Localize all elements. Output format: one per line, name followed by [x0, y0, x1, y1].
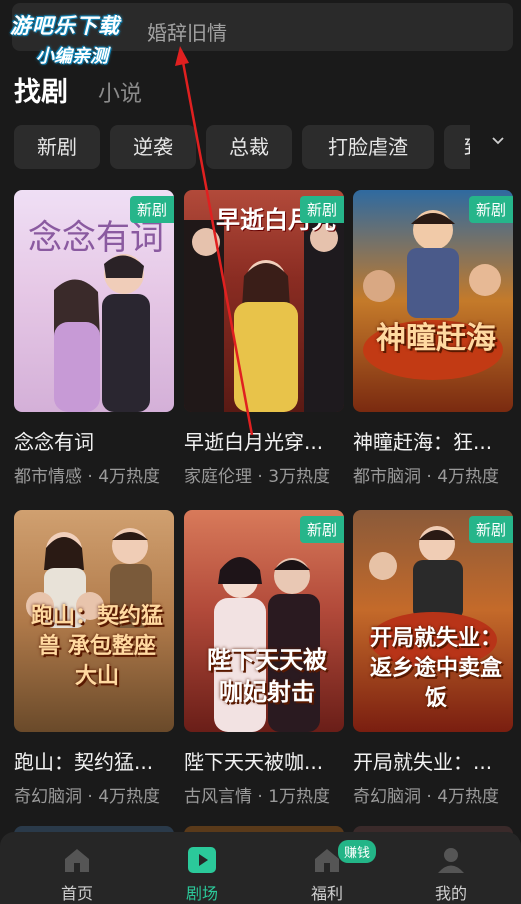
- poster-title: 跑山：契约猛兽 承包整座大山: [30, 604, 163, 689]
- chevron-down-icon[interactable]: [492, 135, 504, 147]
- poster-art: [363, 210, 503, 380]
- drama-meta: 奇幻脑洞 · 4万热度: [14, 787, 161, 807]
- drama-poster[interactable]: 念念有词 新剧: [14, 190, 174, 412]
- drama-title: 跑山：契约猛...: [14, 750, 154, 774]
- drama-title: 陛下天天被咖...: [184, 750, 324, 774]
- nav-label-welfare: 福利: [310, 884, 343, 903]
- nav-label-theater: 剧场: [185, 884, 218, 903]
- tab-novel[interactable]: 小说: [98, 76, 142, 108]
- drama-poster[interactable]: 跑山：契约猛兽 承包整座大山: [14, 510, 174, 732]
- new-badge: 新剧: [468, 196, 513, 223]
- nav-home[interactable]: 首页: [12, 832, 142, 904]
- drama-poster[interactable]: 神瞳赶海 新剧: [353, 190, 513, 412]
- new-badge: 新剧: [468, 516, 513, 543]
- new-badge: 新剧: [299, 196, 344, 223]
- nav-label-home: 首页: [60, 884, 93, 903]
- earn-badge: 赚钱: [338, 840, 377, 863]
- chip-new[interactable]: 新剧: [14, 125, 100, 169]
- new-badge: 新剧: [129, 196, 174, 223]
- drama-title: 神瞳赶海：狂...: [353, 430, 493, 454]
- drama-meta: 古风言情 · 1万热度: [184, 787, 331, 807]
- watermark-line2: 小编亲测: [36, 46, 108, 67]
- drama-meta: 都市脑洞 · 4万热度: [353, 467, 500, 487]
- play-icon: [188, 847, 216, 873]
- drama-poster[interactable]: 陛下天天被 咖妃射击 新剧: [184, 510, 344, 732]
- drama-title: 早逝白月光穿...: [184, 430, 324, 454]
- new-badge: 新剧: [299, 516, 344, 543]
- poster-title: 陛下天天被 咖妃射击: [207, 646, 327, 706]
- bottom-nav: 首页 剧场 福利 我的: [0, 832, 521, 904]
- poster-title: 开局就失业： 返乡途中卖盒饭: [369, 626, 502, 711]
- tab-find-drama[interactable]: 找剧: [14, 70, 68, 109]
- drama-poster[interactable]: 早逝白月光 新剧: [184, 190, 344, 412]
- user-icon: [438, 848, 464, 873]
- watermark-line1: 游吧乐下载: [10, 14, 120, 38]
- drama-title: 开局就失业：...: [353, 750, 493, 774]
- drama-meta: 都市情感 · 4万热度: [14, 467, 161, 487]
- poster-title: 神瞳赶海: [376, 321, 496, 356]
- nav-theater[interactable]: 剧场: [137, 832, 267, 904]
- home-icon: [65, 849, 89, 872]
- chips-expand-area[interactable]: [470, 125, 521, 169]
- chip-ceo[interactable]: 总裁: [206, 125, 292, 169]
- drama-poster[interactable]: 开局就失业： 返乡途中卖盒饭 新剧: [353, 510, 513, 732]
- category-chips: 新剧 逆袭 总裁 打脸虐渣 致: [14, 125, 504, 169]
- nav-label-profile: 我的: [434, 884, 467, 903]
- drama-title: 念念有词: [14, 430, 94, 454]
- drama-meta: 奇幻脑洞 · 4万热度: [353, 787, 500, 807]
- watermark-logo: 游吧乐下载 小编亲测: [10, 10, 120, 68]
- search-text: 婚辞旧情: [147, 21, 227, 45]
- chip-revenge[interactable]: 打脸虐渣: [302, 125, 434, 169]
- drama-meta: 家庭伦理 · 3万热度: [184, 467, 331, 487]
- nav-profile[interactable]: 我的: [386, 832, 516, 904]
- chip-comeback[interactable]: 逆袭: [110, 125, 196, 169]
